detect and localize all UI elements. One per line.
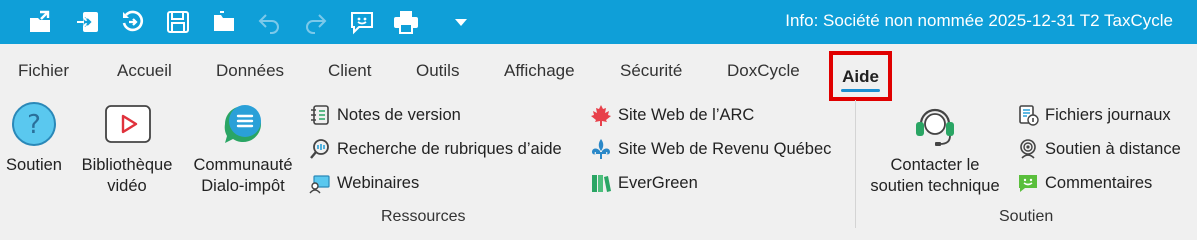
undo-icon[interactable] bbox=[254, 6, 286, 38]
tab-securite[interactable]: Sécurité bbox=[620, 61, 682, 81]
tab-fichier[interactable]: Fichier bbox=[18, 61, 69, 81]
soutien-group-label: Soutien bbox=[999, 208, 1054, 225]
site-arc-button[interactable]: Site Web de l’ARC bbox=[590, 103, 754, 127]
ribbon-tabs: Fichier Accueil Données Client Outils Af… bbox=[0, 44, 1197, 94]
redo-icon[interactable] bbox=[299, 6, 331, 38]
ribbon-panel: ? Soutien Bibliothèque vidéo Communauté … bbox=[0, 94, 1197, 232]
webinaires-button[interactable]: Webinaires bbox=[309, 171, 419, 195]
site-revenu-quebec-button[interactable]: Site Web de Revenu Québec bbox=[590, 137, 831, 161]
title-bar: Info: Société non nommée 2025-12-31 T2 T… bbox=[0, 0, 1197, 44]
bibliotheque-video-button[interactable]: Bibliothèque vidéo bbox=[74, 94, 180, 204]
tab-client[interactable]: Client bbox=[328, 61, 371, 81]
search-help-icon bbox=[309, 138, 331, 160]
window-title: Info: Société non nommée 2025-12-31 T2 T… bbox=[785, 11, 1173, 30]
svg-text:?: ? bbox=[27, 110, 41, 140]
commentaires-label: Commentaires bbox=[1045, 173, 1153, 192]
headset-icon bbox=[916, 108, 954, 146]
fichiers-journaux-button[interactable]: Fichiers journaux bbox=[1017, 103, 1171, 127]
notes-de-version-label: Notes de version bbox=[337, 105, 461, 124]
import-icon[interactable] bbox=[72, 6, 104, 38]
tab-doxcycle[interactable]: DoxCycle bbox=[727, 61, 800, 81]
webinaires-label: Webinaires bbox=[337, 173, 420, 192]
communaute-label: Communauté Dialo-impôt bbox=[193, 156, 293, 195]
bibliotheque-label: Bibliothèque vidéo bbox=[81, 156, 173, 195]
soutien-distance-label: Soutien à distance bbox=[1045, 139, 1181, 158]
comment-smile-icon bbox=[1017, 172, 1039, 194]
commentaires-button[interactable]: Commentaires bbox=[1017, 171, 1152, 195]
notes-de-version-button[interactable]: Notes de version bbox=[309, 103, 461, 127]
print-icon[interactable] bbox=[390, 6, 422, 38]
tab-aide-label: Aide bbox=[842, 67, 879, 86]
maple-leaf-icon bbox=[590, 104, 612, 126]
log-files-icon bbox=[1017, 104, 1039, 126]
feedback-icon[interactable] bbox=[346, 6, 378, 38]
open-folder-icon[interactable] bbox=[208, 6, 240, 38]
fleur-de-lis-icon bbox=[590, 138, 612, 160]
evergreen-button[interactable]: EverGreen bbox=[590, 171, 698, 195]
release-notes-icon bbox=[309, 104, 331, 126]
ressources-group-label: Ressources bbox=[381, 208, 466, 225]
video-play-icon bbox=[105, 105, 151, 143]
site-arc-label: Site Web de l’ARC bbox=[618, 105, 755, 124]
group-separator bbox=[855, 100, 856, 228]
webinar-icon bbox=[309, 172, 331, 194]
save-icon[interactable] bbox=[162, 6, 194, 38]
contacter-label: Contacter le soutien technique bbox=[870, 156, 1000, 195]
community-chat-icon bbox=[224, 105, 261, 143]
active-tab-indicator bbox=[841, 89, 880, 92]
new-file-icon[interactable] bbox=[24, 6, 56, 38]
fichiers-journaux-label: Fichiers journaux bbox=[1045, 105, 1171, 124]
rollforward-icon[interactable] bbox=[117, 6, 149, 38]
books-icon bbox=[590, 172, 612, 194]
communaute-button[interactable]: Communauté Dialo-impôt bbox=[186, 94, 300, 204]
contacter-soutien-button[interactable]: Contacter le soutien technique bbox=[860, 94, 1010, 204]
remote-support-icon bbox=[1017, 138, 1039, 160]
soutien-label: Soutien bbox=[6, 156, 62, 174]
tab-outils[interactable]: Outils bbox=[416, 61, 459, 81]
tab-donnees[interactable]: Données bbox=[216, 61, 284, 81]
tab-affichage[interactable]: Affichage bbox=[504, 61, 575, 81]
evergreen-label: EverGreen bbox=[618, 173, 698, 192]
customize-dropdown-icon[interactable] bbox=[445, 6, 477, 38]
soutien-distance-button[interactable]: Soutien à distance bbox=[1017, 137, 1181, 161]
site-rq-label: Site Web de Revenu Québec bbox=[618, 139, 832, 158]
recherche-label: Recherche de rubriques d’aide bbox=[337, 139, 562, 158]
help-question-icon: ? bbox=[12, 102, 56, 146]
tab-accueil[interactable]: Accueil bbox=[117, 61, 172, 81]
soutien-button[interactable]: ? Soutien bbox=[2, 94, 66, 204]
recherche-rubriques-button[interactable]: Recherche de rubriques d’aide bbox=[309, 137, 562, 161]
